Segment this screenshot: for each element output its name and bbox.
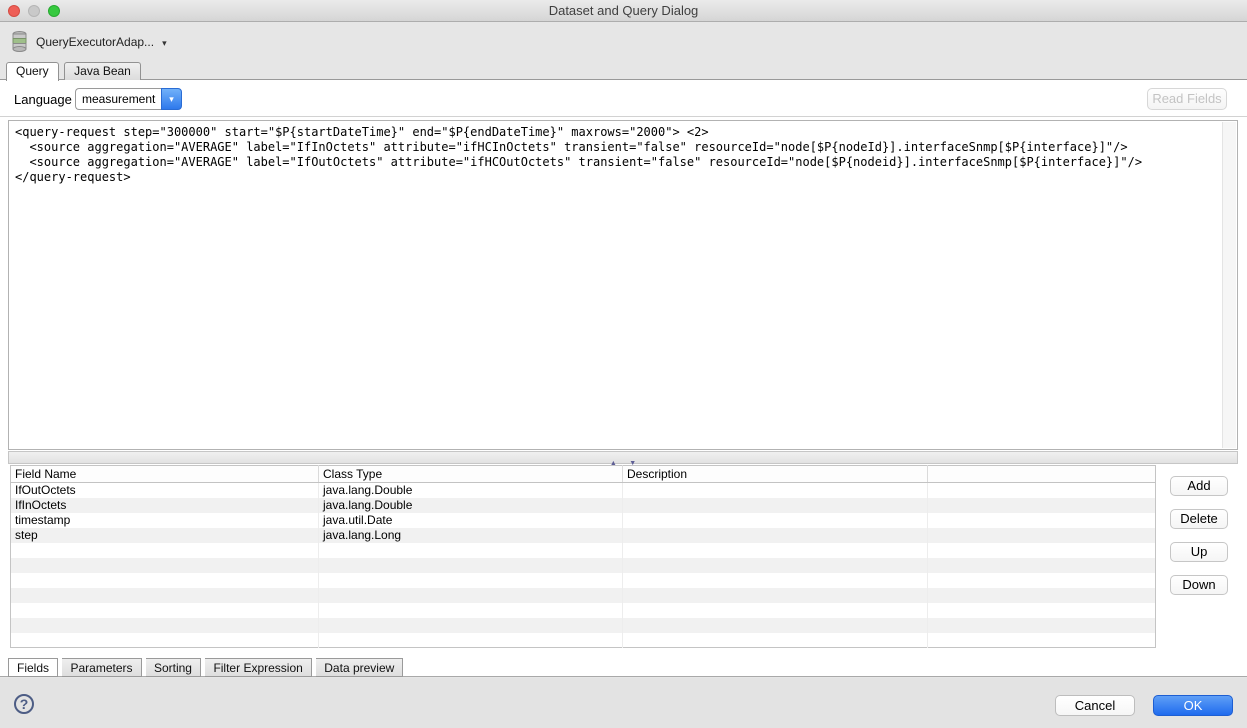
cell-extra xyxy=(928,528,1156,543)
cell-class-type[interactable]: java.util.Date xyxy=(319,513,623,528)
cell-description[interactable] xyxy=(623,483,928,498)
cell-field-name[interactable]: step xyxy=(11,528,319,543)
query-text: <query-request step="300000" start="$P{s… xyxy=(15,125,1217,185)
table-row-empty[interactable] xyxy=(11,588,1156,603)
fields-table: Field Name Class Type Description IfOutO… xyxy=(10,465,1156,648)
table-row-empty[interactable] xyxy=(11,573,1156,588)
table-row-empty[interactable] xyxy=(11,558,1156,573)
language-label: Language xyxy=(14,92,72,107)
cell-extra xyxy=(928,513,1156,528)
tab-data-preview[interactable]: Data preview xyxy=(316,658,403,677)
window-title: Dataset and Query Dialog xyxy=(0,3,1247,18)
table-row[interactable]: timestamp java.util.Date xyxy=(11,513,1156,528)
help-icon[interactable]: ? xyxy=(14,694,34,714)
language-combo[interactable]: measurement ▾ xyxy=(75,88,182,110)
ok-button[interactable]: OK xyxy=(1153,695,1233,716)
database-icon xyxy=(12,31,27,52)
table-row[interactable]: IfInOctets java.lang.Double xyxy=(11,498,1156,513)
read-fields-button[interactable]: Read Fields xyxy=(1147,88,1227,110)
add-button[interactable]: Add xyxy=(1170,476,1228,496)
table-row-empty[interactable] xyxy=(11,543,1156,558)
title-bar: Dataset and Query Dialog xyxy=(0,0,1247,22)
combo-chevron-icon[interactable]: ▾ xyxy=(161,88,182,110)
down-button[interactable]: Down xyxy=(1170,575,1228,595)
dataset-query-dialog: Dataset and Query Dialog QueryExecutorAd… xyxy=(0,0,1247,728)
delete-button[interactable]: Delete xyxy=(1170,509,1228,529)
up-button[interactable]: Up xyxy=(1170,542,1228,562)
fields-table-header: Field Name Class Type Description xyxy=(11,466,1156,483)
language-row-separator xyxy=(0,116,1247,117)
language-combo-value[interactable]: measurement xyxy=(75,88,161,110)
tab-sorting[interactable]: Sorting xyxy=(146,658,201,677)
splitter-handle[interactable]: ▲ ▼ xyxy=(8,451,1238,464)
top-tab-bar: Query Java Bean xyxy=(6,62,142,80)
query-line: <source aggregation="AVERAGE" label="IfI… xyxy=(15,140,1217,155)
data-adapter-label: QueryExecutorAdap... xyxy=(36,35,154,49)
cancel-button[interactable]: Cancel xyxy=(1055,695,1135,716)
tab-query[interactable]: Query xyxy=(6,62,59,81)
query-editor-scrollbar[interactable] xyxy=(1222,122,1236,448)
cell-field-name[interactable]: IfOutOctets xyxy=(11,483,319,498)
tab-java-bean[interactable]: Java Bean xyxy=(64,62,141,80)
column-header-extra[interactable] xyxy=(928,466,1156,483)
query-line: </query-request> xyxy=(15,170,1217,185)
table-row[interactable]: IfOutOctets java.lang.Double xyxy=(11,483,1156,498)
query-tab-content: Language measurement ▾ Read Fields <quer… xyxy=(0,79,1247,677)
query-editor[interactable]: <query-request step="300000" start="$P{s… xyxy=(8,120,1238,450)
column-header-class-type[interactable]: Class Type xyxy=(319,466,623,483)
cell-class-type[interactable]: java.lang.Double xyxy=(319,498,623,513)
cell-extra xyxy=(928,498,1156,513)
cell-field-name[interactable]: timestamp xyxy=(11,513,319,528)
dialog-footer: ? Cancel OK xyxy=(0,678,1247,728)
table-row[interactable]: step java.lang.Long xyxy=(11,528,1156,543)
cell-description[interactable] xyxy=(623,513,928,528)
table-row-empty[interactable] xyxy=(11,603,1156,618)
cell-field-name[interactable]: IfInOctets xyxy=(11,498,319,513)
table-row-empty[interactable] xyxy=(11,618,1156,633)
column-header-field-name[interactable]: Field Name xyxy=(11,466,319,483)
cell-description[interactable] xyxy=(623,498,928,513)
cell-class-type[interactable]: java.lang.Long xyxy=(319,528,623,543)
toolbar: QueryExecutorAdap... ▾ xyxy=(0,22,1247,62)
chevron-down-icon: ▾ xyxy=(162,38,167,48)
cell-class-type[interactable]: java.lang.Double xyxy=(319,483,623,498)
tab-fields[interactable]: Fields xyxy=(8,658,58,677)
cell-extra xyxy=(928,483,1156,498)
query-line: <query-request step="300000" start="$P{s… xyxy=(15,125,1217,140)
tab-parameters[interactable]: Parameters xyxy=(62,658,141,677)
cell-description[interactable] xyxy=(623,528,928,543)
tab-filter-expression[interactable]: Filter Expression xyxy=(205,658,311,677)
table-row-empty[interactable] xyxy=(11,633,1156,648)
column-header-description[interactable]: Description xyxy=(623,466,928,483)
bottom-tab-bar: Fields Parameters Sorting Filter Express… xyxy=(8,658,403,677)
data-adapter-selector[interactable]: QueryExecutorAdap... ▾ xyxy=(36,35,167,49)
query-line: <source aggregation="AVERAGE" label="IfO… xyxy=(15,155,1217,170)
